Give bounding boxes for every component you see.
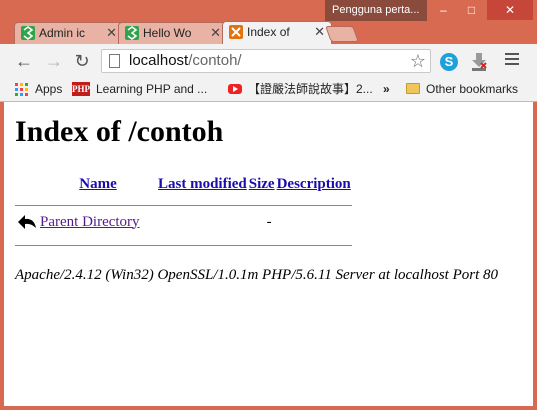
chrome-menu-icon[interactable]: [505, 53, 519, 69]
bookmark-star-icon[interactable]: ☆: [410, 50, 426, 72]
bookmark-label: Apps: [35, 82, 63, 96]
bookmark-youtube-video[interactable]: 【證嚴法師說故事】2...: [228, 78, 388, 100]
column-header-size: Size: [248, 174, 276, 194]
tab-index-of[interactable]: Index of ✕: [222, 21, 332, 45]
tab-title: Admin ic: [39, 26, 86, 40]
url-text[interactable]: localhost/contoh/: [129, 52, 242, 70]
icon-column-header: [15, 174, 39, 194]
new-tab-button[interactable]: [325, 26, 359, 42]
bookmark-label: Learning PHP and ...: [96, 82, 208, 96]
server-signature: Apache/2.4.12 (Win32) OpenSSL/1.0.1m PHP…: [15, 267, 498, 283]
window-titlebar: Pengguna perta... – □ ✕: [0, 0, 537, 22]
bookmarks-overflow-button[interactable]: »: [383, 78, 390, 100]
column-header-name: Name: [39, 174, 157, 194]
browser-toolbar: ← → ↻ localhost/contoh/ ☆ S: [0, 44, 537, 78]
divider-row: [15, 194, 352, 210]
parent-directory-back-icon: [16, 212, 38, 232]
divider-row: [15, 234, 352, 250]
minimize-button[interactable]: –: [430, 0, 457, 20]
skype-extension-icon[interactable]: S: [440, 53, 458, 71]
tab-close-icon[interactable]: ✕: [314, 22, 325, 42]
folder-icon: [406, 83, 420, 94]
divider: [15, 205, 352, 206]
maximize-button[interactable]: □: [458, 0, 485, 20]
tab-title: Hello Wo: [143, 26, 192, 40]
xampp-favicon-icon: [229, 25, 243, 39]
bookmark-label: Other bookmarks: [426, 82, 519, 96]
parent-directory-link[interactable]: Parent Directory: [40, 214, 140, 230]
tab-title: Index of: [247, 25, 290, 39]
table-header-row: Name Last modified Size Description: [15, 174, 352, 194]
row-modified-cell: [157, 210, 248, 234]
bookmark-apps[interactable]: Apps: [15, 78, 62, 100]
other-bookmarks-folder[interactable]: Other bookmarks: [406, 78, 518, 100]
tab-close-icon[interactable]: ✕: [210, 23, 221, 43]
green-favicon-icon: [21, 26, 35, 40]
page-title: Index of /contoh: [15, 115, 224, 148]
tab-admin[interactable]: Admin ic ✕: [14, 22, 124, 44]
bookmarks-bar: Apps PHP Learning PHP and ... 【證嚴法師說故事】2…: [0, 78, 537, 102]
row-size-cell: -: [266, 213, 272, 230]
php-book-icon: PHP: [72, 82, 90, 96]
page-viewport: Index of /contoh Name Last modified Size…: [4, 102, 533, 406]
row-name-cell: Parent Directory: [39, 210, 157, 234]
sort-by-name-link[interactable]: Name: [79, 176, 117, 192]
column-header-description: Description: [276, 174, 352, 194]
page-icon: [109, 54, 120, 68]
forward-arrow-icon[interactable]: →: [44, 51, 64, 71]
tab-close-icon[interactable]: ✕: [106, 23, 117, 43]
divider: [15, 245, 352, 246]
bookmark-learning-php[interactable]: PHP Learning PHP and ...: [72, 78, 216, 100]
green-favicon-icon: [125, 26, 139, 40]
sort-by-modified-link[interactable]: Last modified: [158, 176, 247, 192]
back-arrow-icon[interactable]: ←: [14, 51, 34, 71]
back-icon-cell: [15, 210, 39, 234]
bookmark-label: 【證嚴法師說故事】2...: [248, 82, 373, 96]
youtube-icon: [228, 84, 242, 94]
directory-listing-table: Name Last modified Size Description Pare…: [15, 174, 352, 250]
tab-hello[interactable]: Hello Wo ✕: [118, 22, 228, 44]
reload-icon[interactable]: ↻: [72, 51, 92, 71]
sort-by-size-link[interactable]: Size: [249, 176, 275, 192]
row-description-cell: [276, 210, 352, 234]
close-window-button[interactable]: ✕: [487, 0, 533, 20]
sort-by-description-link[interactable]: Description: [277, 176, 351, 192]
address-bar[interactable]: localhost/contoh/ ☆: [101, 49, 431, 73]
column-header-modified: Last modified: [157, 174, 248, 194]
profile-button[interactable]: Pengguna perta...: [325, 0, 427, 21]
apps-grid-icon: [15, 83, 28, 96]
tab-strip: Admin ic ✕ Hello Wo ✕ Index of ✕: [0, 20, 537, 45]
table-row: Parent Directory -: [15, 210, 352, 234]
download-extension-icon[interactable]: [470, 52, 488, 72]
